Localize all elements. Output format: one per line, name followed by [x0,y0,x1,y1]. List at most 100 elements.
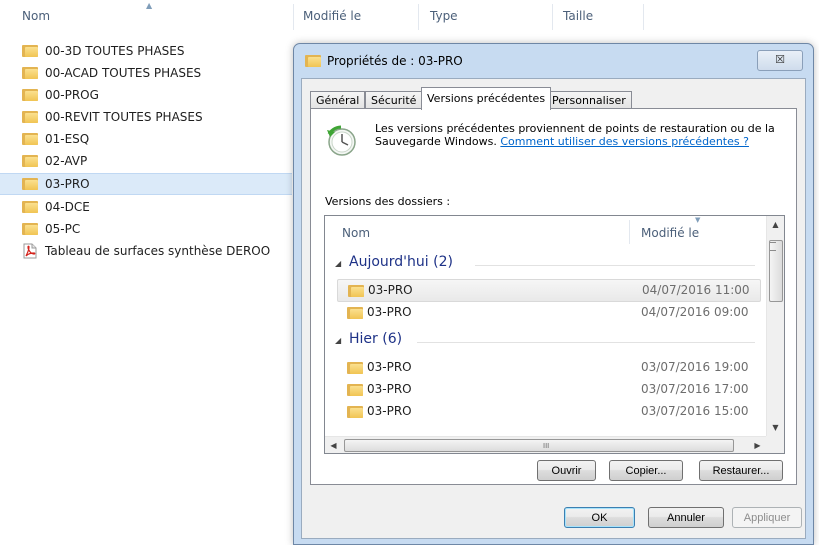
column-header-size[interactable]: Taille [563,9,593,23]
folder-icon [22,66,38,79]
sort-ascending-icon: ▲ [146,1,153,10]
column-divider[interactable] [293,4,294,30]
tab-securite[interactable]: Sécurité [365,91,423,109]
collapse-triangle-icon[interactable]: ◢ [335,259,341,268]
folder-icon [22,154,38,167]
version-name: 03-PRO [368,283,413,297]
folder-icon [22,44,38,57]
group-header-yesterday[interactable]: ◢ Hier (6) [333,331,755,353]
version-row[interactable]: 03-PRO 04/07/2016 11:00 [337,279,761,302]
file-name: 02-AVP [45,154,88,168]
ok-button[interactable]: OK [564,507,635,528]
version-name: 03-PRO [367,305,412,319]
group-label: Aujourd'hui (2) [349,254,453,270]
pdf-icon [23,243,37,259]
scrollbar-corner [766,436,784,453]
scroll-thumb[interactable]: III [344,439,734,452]
file-row-02-avp[interactable]: 02-AVP [0,150,292,172]
file-name: 03-PRO [45,177,90,191]
group-header-today[interactable]: ◢ Aujourd'hui (2) [333,254,755,276]
versions-label: Versions des dossiers : [325,195,451,208]
folder-icon [22,177,38,190]
version-date: 04/07/2016 09:00 [641,305,749,319]
tab-personnaliser[interactable]: Personnaliser [546,91,632,109]
column-header-name[interactable]: Nom [22,9,50,23]
folder-icon [22,132,38,145]
explorer-file-list: 00-3D TOUTES PHASES 00-ACAD TOUTES PHASE… [0,40,292,262]
scroll-down-arrow-icon[interactable]: ▼ [767,419,784,436]
copy-button[interactable]: Copier... [609,460,683,481]
help-link[interactable]: Comment utiliser des versions précédente… [500,135,749,148]
file-row-04-dce[interactable]: 04-DCE [0,196,292,218]
column-divider[interactable] [552,4,553,30]
close-icon: ☒ [775,53,785,66]
restore-button[interactable]: Restaurer... [699,460,783,481]
folder-icon [22,222,38,235]
scroll-left-arrow-icon[interactable]: ◀ [325,437,342,453]
collapse-triangle-icon[interactable]: ◢ [335,336,341,345]
dialog-client-area: Général Sécurité Versions précédentes Pe… [301,78,806,539]
file-row-tableau-pdf[interactable]: Tableau de surfaces synthèse DEROO [0,240,292,262]
column-header-modified[interactable]: Modifié le [303,9,361,23]
horizontal-scrollbar[interactable]: ◀ III ▶ [325,436,766,453]
folder-icon [305,54,321,67]
scroll-grip-icon [770,242,776,251]
file-name: 00-3D TOUTES PHASES [45,44,185,58]
column-header-type[interactable]: Type [430,9,458,23]
tab-general[interactable]: Général [310,91,366,109]
file-name: Tableau de surfaces synthèse DEROO [45,244,271,258]
folder-icon [347,361,363,374]
versions-tab-panel: Les versions précédentes proviennent de … [310,108,797,485]
file-row-00-3d[interactable]: 00-3D TOUTES PHASES [0,40,292,62]
explorer-column-header: ▲ Nom Modifié le Type Taille [0,0,819,34]
dialog-title: Propriétés de : 03-PRO [327,54,463,68]
file-name: 01-ESQ [45,132,90,146]
file-row-00-revit[interactable]: 00-REVIT TOUTES PHASES [0,106,292,128]
file-row-05-pc[interactable]: 05-PC [0,218,292,240]
file-name: 00-PROG [45,88,99,102]
version-date: 03/07/2016 19:00 [641,360,749,374]
column-divider[interactable] [418,4,419,30]
file-row-00-acad[interactable]: 00-ACAD TOUTES PHASES [0,62,292,84]
version-row[interactable]: 03-PRO 03/07/2016 17:00 [337,379,759,400]
open-button[interactable]: Ouvrir [537,460,596,481]
version-row[interactable]: 03-PRO 04/07/2016 09:00 [337,302,759,323]
version-name: 03-PRO [367,360,412,374]
close-button[interactable]: ☒ [757,50,803,71]
folder-icon [347,306,363,319]
folder-icon [22,88,38,101]
column-divider[interactable] [643,4,644,30]
file-row-00-prog[interactable]: 00-PROG [0,84,292,106]
file-name: 04-DCE [45,200,90,214]
properties-dialog: Propriétés de : 03-PRO ☒ Général Sécurit… [293,43,814,545]
version-name: 03-PRO [367,382,412,396]
version-row[interactable]: 03-PRO 03/07/2016 19:00 [337,357,759,378]
list-column-name[interactable]: Nom [342,226,370,240]
dialog-title-bar[interactable]: Propriétés de : 03-PRO ☒ [294,44,813,78]
apply-button[interactable]: Appliquer [732,507,802,528]
versions-list: ▼ Nom Modifié le ◢ Aujourd'hui (2) 03-PR… [324,215,785,454]
file-row-01-esq[interactable]: 01-ESQ [0,128,292,150]
group-divider [475,265,755,266]
version-date: 03/07/2016 15:00 [641,404,749,418]
folder-icon [348,284,364,297]
list-column-modified[interactable]: Modifié le [641,226,699,240]
folder-icon [22,200,38,213]
version-name: 03-PRO [367,404,412,418]
folder-icon [347,405,363,418]
info-text: Les versions précédentes proviennent de … [375,122,785,148]
tab-versions-precedentes[interactable]: Versions précédentes [421,87,552,110]
cancel-button[interactable]: Annuler [648,507,724,528]
folder-icon [347,383,363,396]
scroll-up-arrow-icon[interactable]: ▲ [767,216,784,233]
file-row-03-pro[interactable]: 03-PRO [0,173,292,195]
version-row[interactable]: 03-PRO 03/07/2016 15:00 [337,401,759,422]
file-name: 05-PC [45,222,81,236]
vertical-scrollbar[interactable]: ▲ ▼ [766,216,784,436]
version-date: 03/07/2016 17:00 [641,382,749,396]
file-name: 00-ACAD TOUTES PHASES [45,66,202,80]
column-divider[interactable] [629,220,630,244]
group-divider [417,342,755,343]
scroll-right-arrow-icon[interactable]: ▶ [749,437,766,453]
version-date: 04/07/2016 11:00 [642,283,750,297]
